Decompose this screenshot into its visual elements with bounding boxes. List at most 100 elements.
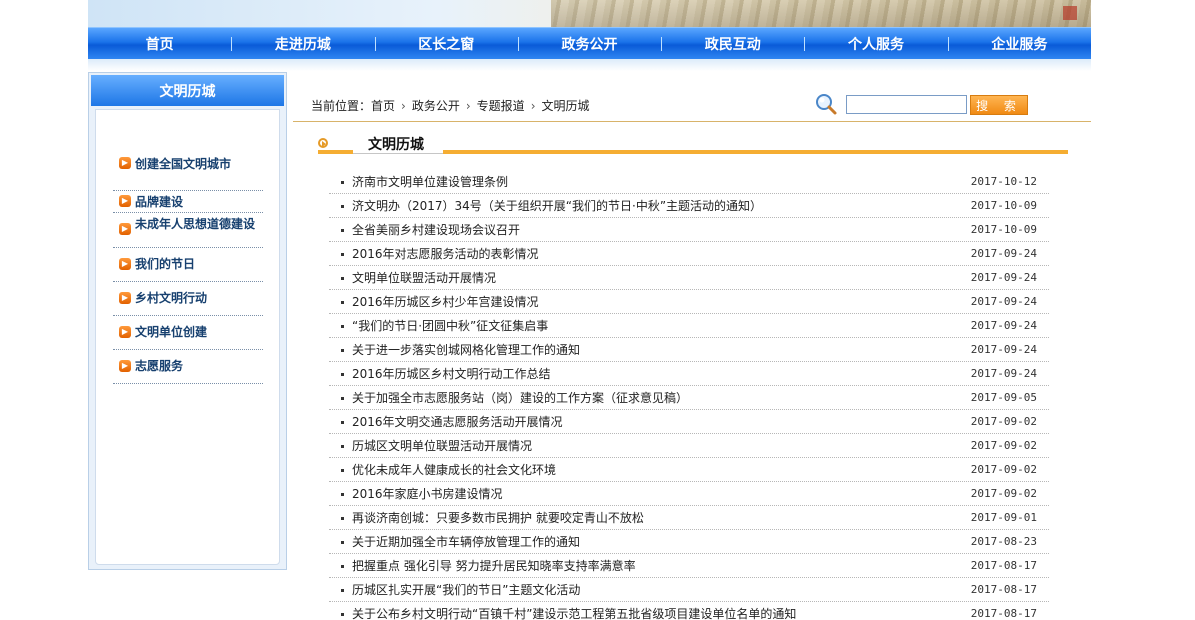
article-row[interactable]: 优化未成年人健康成长的社会文化环境 2017-09-02 xyxy=(329,458,1049,482)
bullet-icon xyxy=(341,277,344,280)
article-row[interactable]: 全省美丽乡村建设现场会议召开 2017-10-09 xyxy=(329,218,1049,242)
article-title-link[interactable]: 全省美丽乡村建设现场会议召开 xyxy=(352,221,520,238)
sidebar-item-rural-civilization[interactable]: ▶ 乡村文明行动 xyxy=(113,282,263,316)
article-date: 2017-08-17 xyxy=(970,559,1037,572)
article-row[interactable]: 2016年历城区乡村文明行动工作总结 2017-09-24 xyxy=(329,362,1049,386)
nav-item-home[interactable]: 首页 xyxy=(88,28,231,59)
breadcrumb: 当前位置：首页 › 政务公开 › 专题报道 › 文明历城 xyxy=(311,97,590,114)
bullet-icon xyxy=(341,373,344,376)
bullet-icon xyxy=(341,469,344,472)
article-row[interactable]: 关于进一步落实创城网格化管理工作的通知 2017-09-24 xyxy=(329,338,1049,362)
bullet-icon xyxy=(341,517,344,520)
article-date: 2017-09-02 xyxy=(970,439,1037,452)
bullet-icon xyxy=(341,565,344,568)
bullet-icon xyxy=(341,229,344,232)
article-title-link[interactable]: 2016年家庭小书房建设情况 xyxy=(352,485,503,502)
article-title-link[interactable]: 把握重点 强化引导 努力提升居民知晓率支持率满意率 xyxy=(352,557,636,574)
article-title-link[interactable]: 文明单位联盟活动开展情况 xyxy=(352,269,496,286)
article-row[interactable]: 历城区扎实开展“我们的节日”主题文化活动 2017-08-17 xyxy=(329,578,1049,602)
bullet-icon xyxy=(341,253,344,256)
chevron-right-icon: › xyxy=(465,99,471,113)
article-title-link[interactable]: 关于近期加强全市车辆停放管理工作的通知 xyxy=(352,533,580,550)
article-row[interactable]: 关于加强全市志愿服务站（岗）建设的工作方案（征求意见稿） 2017-09-05 xyxy=(329,386,1049,410)
article-row[interactable]: 把握重点 强化引导 努力提升居民知晓率支持率满意率 2017-08-17 xyxy=(329,554,1049,578)
article-row[interactable]: 济文明办（2017）34号（关于组织开展“我们的节日·中秋”主题活动的通知） 20… xyxy=(329,194,1049,218)
sidebar-item-youth-morality[interactable]: ▶ 未成年人思想道德建设 xyxy=(113,213,263,248)
article-row[interactable]: 2016年文明交通志愿服务活动开展情况 2017-09-02 xyxy=(329,410,1049,434)
search-input[interactable] xyxy=(846,95,967,114)
sidebar-item-label: 乡村文明行动 xyxy=(135,291,208,305)
article-row[interactable]: 关于公布乡村文明行动“百镇千村”建设示范工程第五批省级项目建设单位名单的通知 20… xyxy=(329,602,1049,620)
sidebar-item-volunteer[interactable]: ▶ 志愿服务 xyxy=(113,350,263,384)
bullet-icon xyxy=(341,421,344,424)
article-list: 济南市文明单位建设管理条例 2017-10-12 济文明办（2017）34号（关于组… xyxy=(329,170,1049,620)
article-date: 2017-09-24 xyxy=(970,295,1037,308)
article-date: 2017-08-17 xyxy=(970,607,1037,620)
bullet-icon xyxy=(341,541,344,544)
nav-shadow xyxy=(88,59,1091,71)
banner-landscape-image xyxy=(551,0,1091,27)
article-title-link[interactable]: 2016年历城区乡村少年宫建设情况 xyxy=(352,293,539,310)
article-date: 2017-09-24 xyxy=(970,271,1037,284)
article-title-link[interactable]: 关于进一步落实创城网格化管理工作的通知 xyxy=(352,341,580,358)
article-date: 2017-09-05 xyxy=(970,391,1037,404)
bullet-icon xyxy=(341,613,344,616)
breadcrumb-link-gov-affairs[interactable]: 政务公开 xyxy=(412,99,460,113)
article-row[interactable]: 2016年历城区乡村少年宫建设情况 2017-09-24 xyxy=(329,290,1049,314)
sidebar-item-festivals[interactable]: ▶ 我们的节日 xyxy=(113,248,263,282)
article-row[interactable]: 历城区文明单位联盟活动开展情况 2017-09-02 xyxy=(329,434,1049,458)
nav-item-gov-affairs[interactable]: 政务公开 xyxy=(517,28,661,59)
article-title-link[interactable]: 2016年对志愿服务活动的表彰情况 xyxy=(352,245,539,262)
sidebar-item-brand[interactable]: ▶ 品牌建设 xyxy=(113,191,263,213)
article-row[interactable]: 2016年家庭小书房建设情况 2017-09-02 xyxy=(329,482,1049,506)
arrow-bullet-icon: ▶ xyxy=(119,360,131,372)
article-date: 2017-10-09 xyxy=(970,223,1037,236)
nav-item-about[interactable]: 走进历城 xyxy=(231,28,374,59)
article-title-link[interactable]: 2016年文明交通志愿服务活动开展情况 xyxy=(352,413,563,430)
breadcrumb-current[interactable]: 文明历城 xyxy=(542,99,590,113)
nav-item-personal[interactable]: 个人服务 xyxy=(804,28,947,59)
sidebar-item-label: 志愿服务 xyxy=(135,359,184,373)
article-title-link[interactable]: 历城区扎实开展“我们的节日”主题文化活动 xyxy=(352,581,580,598)
sidebar-item-civilized-city[interactable]: ▶ 创建全国文明城市 xyxy=(113,155,263,191)
article-row[interactable]: 2016年对志愿服务活动的表彰情况 2017-09-24 xyxy=(329,242,1049,266)
search-button[interactable]: 搜 索 xyxy=(970,95,1028,115)
breadcrumb-link-home[interactable]: 首页 xyxy=(371,99,395,113)
sidebar: 文明历城 ▶ 创建全国文明城市 ▶ 品牌建设 ▶ 未成年人思想道德建设 ▶ 我们… xyxy=(88,72,287,570)
section-header: 文明历城 xyxy=(318,132,1068,154)
sidebar-item-civilized-units[interactable]: ▶ 文明单位创建 xyxy=(113,316,263,350)
article-row[interactable]: 关于近期加强全市车辆停放管理工作的通知 2017-08-23 xyxy=(329,530,1049,554)
nav-item-interaction[interactable]: 政民互动 xyxy=(661,28,804,59)
article-title-link[interactable]: 济文明办（2017）34号（关于组织开展“我们的节日·中秋”主题活动的通知） xyxy=(352,197,762,214)
bullet-icon xyxy=(341,493,344,496)
article-title-link[interactable]: 关于公布乡村文明行动“百镇千村”建设示范工程第五批省级项目建设单位名单的通知 xyxy=(352,605,796,620)
arrow-bullet-icon: ▶ xyxy=(119,157,131,169)
article-date: 2017-09-24 xyxy=(970,367,1037,380)
sidebar-item-label: 文明单位创建 xyxy=(135,325,208,339)
sidebar-menu: ▶ 创建全国文明城市 ▶ 品牌建设 ▶ 未成年人思想道德建设 ▶ 我们的节日 ▶… xyxy=(113,117,263,384)
nav-item-district-head[interactable]: 区长之窗 xyxy=(374,28,518,59)
article-title-link[interactable]: 优化未成年人健康成长的社会文化环境 xyxy=(352,461,556,478)
article-title-link[interactable]: 2016年历城区乡村文明行动工作总结 xyxy=(352,365,551,382)
article-title-link[interactable]: 济南市文明单位建设管理条例 xyxy=(352,173,508,190)
bullet-icon xyxy=(341,349,344,352)
article-date: 2017-09-24 xyxy=(970,319,1037,332)
nav-item-enterprise[interactable]: 企业服务 xyxy=(947,28,1091,59)
article-date: 2017-08-23 xyxy=(970,535,1037,548)
sidebar-item-label: 我们的节日 xyxy=(135,257,196,271)
article-row[interactable]: 再谈济南创城：只要多数市民拥护 就要咬定青山不放松 2017-09-01 xyxy=(329,506,1049,530)
arrow-bullet-icon: ▶ xyxy=(119,195,131,207)
article-title-link[interactable]: 历城区文明单位联盟活动开展情况 xyxy=(352,437,532,454)
magnifier-icon xyxy=(816,94,837,115)
sidebar-title: 文明历城 xyxy=(91,75,284,106)
article-date: 2017-08-17 xyxy=(970,583,1037,596)
article-row[interactable]: 文明单位联盟活动开展情况 2017-09-24 xyxy=(329,266,1049,290)
breadcrumb-link-special-reports[interactable]: 专题报道 xyxy=(477,99,525,113)
article-title-link[interactable]: 关于加强全市志愿服务站（岗）建设的工作方案（征求意见稿） xyxy=(352,389,688,406)
article-row[interactable]: 济南市文明单位建设管理条例 2017-10-12 xyxy=(329,170,1049,194)
article-title-link[interactable]: “我们的节日·团圆中秋”征文征集启事 xyxy=(352,317,548,334)
article-date: 2017-09-02 xyxy=(970,463,1037,476)
article-title-link[interactable]: 再谈济南创城：只要多数市民拥护 就要咬定青山不放松 xyxy=(352,509,644,526)
main-content: 当前位置：首页 › 政务公开 › 专题报道 › 文明历城 搜 索 文明历城 济南市文明单位建… xyxy=(293,72,1091,620)
article-row[interactable]: “我们的节日·团圆中秋”征文征集启事 2017-09-24 xyxy=(329,314,1049,338)
